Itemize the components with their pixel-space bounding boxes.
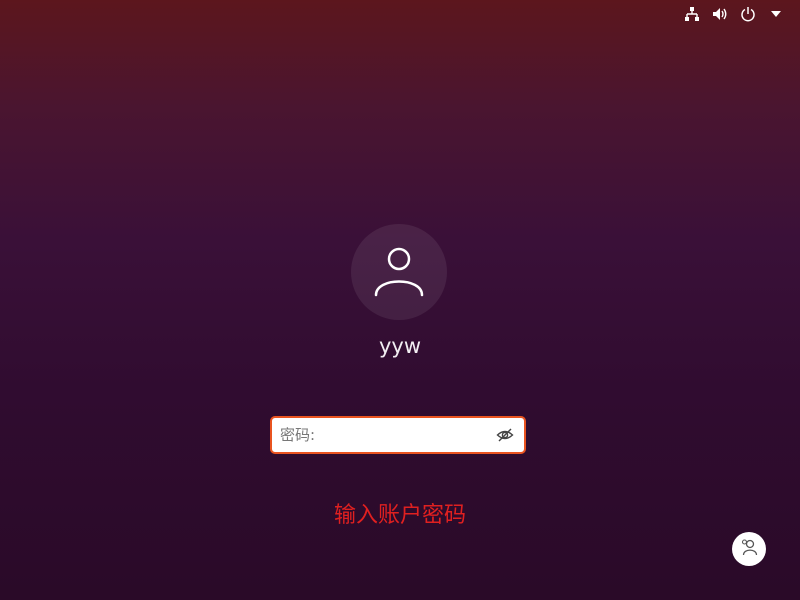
username-label: yyw bbox=[378, 334, 422, 358]
eye-slash-icon[interactable] bbox=[490, 420, 520, 450]
user-icon bbox=[372, 243, 426, 301]
volume-icon[interactable] bbox=[706, 0, 734, 28]
password-prompt-text: 输入账户密码 bbox=[333, 503, 466, 528]
password-input[interactable] bbox=[272, 418, 490, 452]
top-bar bbox=[678, 0, 800, 28]
power-icon[interactable] bbox=[734, 0, 762, 28]
password-field[interactable] bbox=[270, 416, 526, 454]
switch-user-icon bbox=[740, 538, 758, 560]
network-icon[interactable] bbox=[678, 0, 706, 28]
dropdown-arrow-icon[interactable] bbox=[762, 0, 790, 28]
user-avatar[interactable] bbox=[351, 224, 447, 320]
switch-user-button[interactable] bbox=[732, 532, 766, 566]
